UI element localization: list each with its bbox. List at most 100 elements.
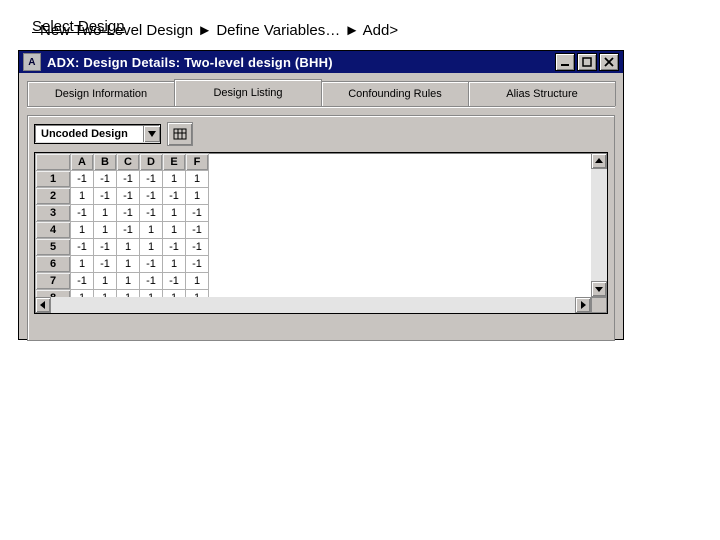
cell[interactable]: 1 (186, 188, 209, 205)
cell[interactable]: -1 (71, 205, 94, 222)
tab-confounding-rules[interactable]: Confounding Rules (321, 81, 469, 106)
cell[interactable]: -1 (140, 273, 163, 290)
row-header[interactable]: 6 (36, 256, 71, 273)
cell[interactable]: 1 (71, 290, 94, 298)
cell[interactable]: 1 (94, 290, 117, 298)
scroll-track[interactable] (591, 169, 607, 281)
cell[interactable]: 1 (163, 256, 186, 273)
vertical-scrollbar[interactable] (591, 153, 607, 297)
cell[interactable]: -1 (94, 256, 117, 273)
row-header[interactable]: 2 (36, 188, 71, 205)
cell[interactable]: -1 (163, 188, 186, 205)
cell[interactable]: 1 (117, 256, 140, 273)
minimize-button[interactable] (555, 53, 575, 71)
cell[interactable]: -1 (140, 171, 163, 188)
titlebar[interactable]: A ADX: Design Details: Two-level design … (19, 51, 623, 73)
coding-dropdown[interactable]: Uncoded Design (34, 124, 161, 144)
cell[interactable]: 1 (71, 256, 94, 273)
row-header[interactable]: 1 (36, 171, 71, 188)
chevron-down-icon (595, 285, 603, 293)
cell[interactable]: -1 (186, 256, 209, 273)
horizontal-scrollbar[interactable] (35, 297, 591, 313)
scroll-down-button[interactable] (591, 281, 607, 297)
row-header[interactable]: 3 (36, 205, 71, 222)
cell[interactable]: 1 (186, 171, 209, 188)
design-tool-icon (173, 127, 187, 141)
row-header[interactable]: 7 (36, 273, 71, 290)
cell[interactable]: 1 (140, 239, 163, 256)
scroll-up-button[interactable] (591, 153, 607, 169)
design-tool-button[interactable] (167, 122, 193, 146)
cell[interactable]: 1 (71, 222, 94, 239)
window-title: ADX: Design Details: Two-level design (B… (47, 55, 555, 70)
cell[interactable]: 1 (117, 239, 140, 256)
table-row[interactable]: 61-11-11-1 (36, 256, 209, 273)
cell[interactable]: -1 (117, 171, 140, 188)
cell[interactable]: -1 (94, 188, 117, 205)
col-header[interactable]: E (163, 154, 186, 171)
cell[interactable]: -1 (71, 239, 94, 256)
scroll-track[interactable] (51, 297, 575, 313)
row-header[interactable]: 8 (36, 290, 71, 298)
minimize-icon (560, 57, 570, 67)
breadcrumb-part-1: New Two-Level Design (40, 22, 197, 39)
cell[interactable]: 1 (163, 290, 186, 298)
table-row[interactable]: 8111111 (36, 290, 209, 298)
cell[interactable]: 1 (186, 290, 209, 298)
scroll-right-button[interactable] (575, 297, 591, 313)
col-header[interactable]: F (186, 154, 209, 171)
breadcrumb-arrow-2: ► (344, 22, 359, 39)
cell[interactable]: 1 (94, 205, 117, 222)
scroll-left-button[interactable] (35, 297, 51, 313)
table-row[interactable]: 7-111-1-11 (36, 273, 209, 290)
cell[interactable]: 1 (186, 273, 209, 290)
cell[interactable]: 1 (140, 290, 163, 298)
table-row[interactable]: 5-1-111-1-1 (36, 239, 209, 256)
col-header[interactable]: D (140, 154, 163, 171)
tab-design-information[interactable]: Design Information (27, 81, 175, 106)
cell[interactable]: -1 (94, 171, 117, 188)
close-button[interactable] (599, 53, 619, 71)
cell[interactable]: -1 (71, 273, 94, 290)
cell[interactable]: 1 (163, 205, 186, 222)
cell[interactable]: -1 (71, 171, 94, 188)
cell[interactable]: -1 (140, 256, 163, 273)
row-header[interactable]: 4 (36, 222, 71, 239)
cell[interactable]: 1 (94, 273, 117, 290)
table-row[interactable]: 21-1-1-1-11 (36, 188, 209, 205)
cell[interactable]: -1 (140, 205, 163, 222)
tab-label: Design Listing (213, 87, 282, 99)
cell[interactable]: -1 (186, 239, 209, 256)
cell[interactable]: -1 (186, 222, 209, 239)
table-row[interactable]: 1-1-1-1-111 (36, 171, 209, 188)
col-header[interactable]: C (117, 154, 140, 171)
cell[interactable]: 1 (163, 171, 186, 188)
cell[interactable]: -1 (117, 222, 140, 239)
cell[interactable]: 1 (94, 222, 117, 239)
cell[interactable]: -1 (117, 205, 140, 222)
tab-alias-structure[interactable]: Alias Structure (468, 81, 616, 106)
tab-design-listing[interactable]: Design Listing (174, 79, 322, 106)
col-header[interactable]: B (94, 154, 117, 171)
cell[interactable]: 1 (163, 222, 186, 239)
tab-bar: Design Information Design Listing Confou… (19, 73, 623, 106)
table-corner (36, 154, 71, 171)
table-row[interactable]: 411-111-1 (36, 222, 209, 239)
cell[interactable]: 1 (71, 188, 94, 205)
table-row[interactable]: 3-11-1-11-1 (36, 205, 209, 222)
cell[interactable]: -1 (163, 273, 186, 290)
cell[interactable]: -1 (163, 239, 186, 256)
cell[interactable]: 1 (117, 273, 140, 290)
chevron-down-icon (143, 126, 160, 142)
cell[interactable]: -1 (117, 188, 140, 205)
maximize-button[interactable] (577, 53, 597, 71)
row-header[interactable]: 5 (36, 239, 71, 256)
design-table[interactable]: A B C D E F 1-1-1-1-11121-1-1-1-113-11-1… (35, 153, 209, 297)
tab-content: Uncoded Design (27, 115, 615, 341)
col-header[interactable]: A (71, 154, 94, 171)
cell[interactable]: -1 (140, 188, 163, 205)
cell[interactable]: -1 (186, 205, 209, 222)
cell[interactable]: 1 (140, 222, 163, 239)
cell[interactable]: 1 (117, 290, 140, 298)
cell[interactable]: -1 (94, 239, 117, 256)
